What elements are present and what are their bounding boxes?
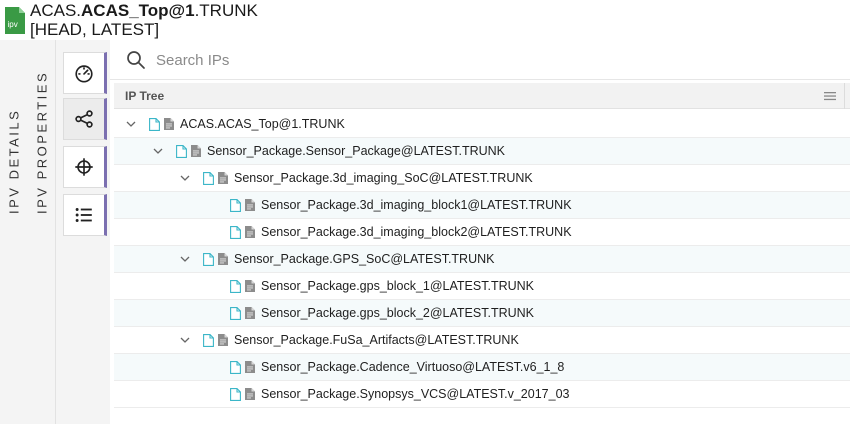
tree-row[interactable]: Sensor_Package.Sensor_Package@LATEST.TRU…: [114, 138, 850, 165]
list-view-button[interactable]: [63, 194, 107, 236]
document-icon: [245, 388, 255, 400]
vertical-tab-bar: IPV DETAILS IPV PROPERTIES: [0, 40, 56, 424]
tree-header-label: IP Tree: [125, 89, 165, 103]
tree-row-label: Sensor_Package.GPS_SoC@LATEST.TRUNK: [234, 252, 495, 266]
file-icon: [203, 333, 214, 347]
file-icon: [176, 144, 187, 158]
gauge-icon: [75, 65, 93, 83]
tab-ipv-details[interactable]: IPV DETAILS: [0, 40, 28, 220]
share-icon: [75, 110, 93, 128]
file-icon: [230, 279, 241, 293]
tree-row-label: Sensor_Package.FuSa_Artifacts@LATEST.TRU…: [234, 333, 519, 347]
ip-tree: ACAS.ACAS_Top@1.TRUNK Sensor_Package.Sens…: [114, 111, 850, 408]
document-icon: [245, 199, 255, 211]
search-input[interactable]: [154, 46, 834, 74]
tree-row[interactable]: ACAS.ACAS_Top@1.TRUNK: [114, 111, 850, 138]
document-icon: [191, 145, 201, 157]
tree-row-label: Sensor_Package.gps_block_1@LATEST.TRUNK: [261, 279, 535, 293]
document-icon: [245, 307, 255, 319]
file-icon: [203, 252, 214, 266]
ipv-logo-icon: ipv: [5, 7, 25, 34]
title-suffix: .TRUNK: [194, 1, 258, 20]
tree-row-label: ACAS.ACAS_Top@1.TRUNK: [180, 117, 345, 131]
chevron-down-icon[interactable]: [180, 335, 190, 345]
chevron-down-icon[interactable]: [126, 119, 136, 129]
tree-row-label: Sensor_Package.3d_imaging_block1@LATEST.…: [261, 198, 572, 212]
file-icon: [149, 117, 160, 131]
search-bar: [110, 40, 850, 80]
tree-row-label: Sensor_Package.3d_imaging_SoC@LATEST.TRU…: [234, 171, 533, 185]
main-panel: IP Tree ACAS.ACAS_Top@1.TRUNK Sensor_Pack…: [110, 40, 850, 424]
crosshair-icon: [75, 158, 93, 176]
file-icon: [230, 306, 241, 320]
column-resize-handle[interactable]: [844, 83, 850, 109]
tree-row[interactable]: Sensor_Package.gps_block_1@LATEST.TRUNK: [114, 273, 850, 300]
tree-row[interactable]: Sensor_Package.Cadence_Virtuoso@LATEST.v…: [114, 354, 850, 381]
column-menu-icon[interactable]: [824, 90, 836, 102]
window-header: ipv ACAS.ACAS_Top@1.TRUNK [HEAD, LATEST]: [0, 0, 850, 40]
document-icon: [245, 361, 255, 373]
tree-row-label: Sensor_Package.Synopsys_VCS@LATEST.v_201…: [261, 387, 570, 401]
page-subtitle: [HEAD, LATEST]: [30, 20, 160, 39]
tree-row-label: Sensor_Package.Cadence_Virtuoso@LATEST.v…: [261, 360, 565, 374]
tree-row[interactable]: Sensor_Package.Synopsys_VCS@LATEST.v_201…: [114, 381, 850, 408]
document-icon: [218, 172, 228, 184]
chevron-down-icon[interactable]: [180, 254, 190, 264]
tab-ipv-properties-label: IPV PROPERTIES: [34, 70, 50, 214]
title-prefix: ACAS.: [30, 1, 82, 20]
tab-ipv-details-label: IPV DETAILS: [6, 108, 22, 214]
chevron-down-icon[interactable]: [153, 146, 163, 156]
chevron-down-icon[interactable]: [180, 173, 190, 183]
logo-text: ipv: [8, 20, 18, 29]
tree-row-label: Sensor_Package.3d_imaging_block2@LATEST.…: [261, 225, 572, 239]
list-icon: [75, 208, 92, 222]
document-icon: [218, 253, 228, 265]
document-icon: [245, 226, 255, 238]
tree-row[interactable]: Sensor_Package.GPS_SoC@LATEST.TRUNK: [114, 246, 850, 273]
file-icon: [230, 225, 241, 239]
document-icon: [218, 334, 228, 346]
file-icon: [230, 387, 241, 401]
hierarchy-button[interactable]: [63, 98, 107, 140]
file-icon: [230, 198, 241, 212]
tree-row[interactable]: Sensor_Package.3d_imaging_block1@LATEST.…: [114, 192, 850, 219]
file-icon: [203, 171, 214, 185]
tree-row-label: Sensor_Package.Sensor_Package@LATEST.TRU…: [207, 144, 506, 158]
document-icon: [164, 118, 174, 130]
icon-rail: [56, 40, 110, 424]
page-title: ACAS.ACAS_Top@1.TRUNK: [30, 1, 258, 21]
tree-row[interactable]: Sensor_Package.gps_block_2@LATEST.TRUNK: [114, 300, 850, 327]
title-bold: ACAS_Top@1: [81, 1, 195, 20]
tab-ipv-properties[interactable]: IPV PROPERTIES: [28, 40, 56, 220]
document-icon: [245, 280, 255, 292]
tree-header: IP Tree: [114, 83, 850, 109]
file-icon: [230, 360, 241, 374]
tree-row[interactable]: Sensor_Package.FuSa_Artifacts@LATEST.TRU…: [114, 327, 850, 354]
tree-row[interactable]: Sensor_Package.3d_imaging_SoC@LATEST.TRU…: [114, 165, 850, 192]
dashboard-button[interactable]: [63, 52, 107, 94]
locate-button[interactable]: [63, 146, 107, 188]
tree-row[interactable]: Sensor_Package.3d_imaging_block2@LATEST.…: [114, 219, 850, 246]
search-icon: [127, 51, 145, 69]
tree-row-label: Sensor_Package.gps_block_2@LATEST.TRUNK: [261, 306, 535, 320]
